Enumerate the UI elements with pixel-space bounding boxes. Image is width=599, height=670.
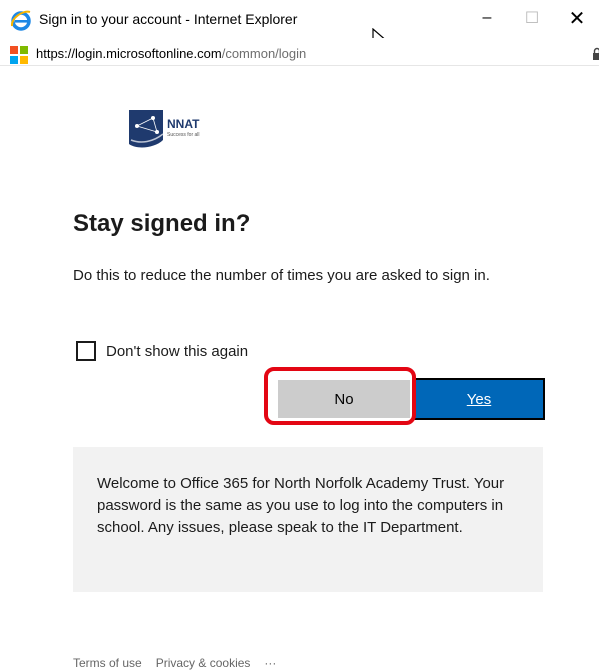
page-title: Stay signed in? (73, 210, 251, 237)
close-button[interactable]: ✕ (555, 0, 599, 36)
maximize-button[interactable]: ☐ (510, 0, 554, 36)
lock-icon[interactable] (592, 47, 599, 61)
no-button[interactable]: No (278, 380, 410, 418)
microsoft-logo-icon (10, 46, 28, 64)
yes-button[interactable]: Yes (413, 378, 545, 420)
footer: Terms of use Privacy & cookies ··· (73, 656, 276, 670)
more-options-button[interactable]: ··· (264, 656, 276, 670)
description-text: Do this to reduce the number of times yo… (73, 267, 490, 284)
info-banner: Welcome to Office 365 for North Norfolk … (73, 447, 543, 592)
nnat-logo-icon: NNAT Success for all (129, 110, 200, 148)
logo-org-name: NNAT (167, 117, 200, 131)
internet-explorer-icon (10, 10, 31, 31)
title-bar: Sign in to your account - Internet Explo… (0, 0, 599, 38)
minimize-button[interactable]: – (465, 0, 509, 36)
window-title: Sign in to your account - Internet Explo… (39, 11, 298, 27)
dont-show-again-checkbox[interactable] (76, 341, 96, 361)
url-host: login.microsoftonline.com (75, 46, 222, 61)
privacy-cookies-link[interactable]: Privacy & cookies (156, 656, 251, 670)
organization-logo: NNAT Success for all (129, 110, 229, 150)
terms-of-use-link[interactable]: Terms of use (73, 656, 142, 670)
url-path: /common/login (221, 46, 307, 61)
banner-text: Welcome to Office 365 for North Norfolk … (97, 475, 505, 536)
checkbox-label: Don't show this again (106, 342, 249, 360)
url-text[interactable]: https://login.microsoftonline.com/common… (36, 46, 306, 61)
dont-show-again-checkbox-row[interactable]: Don't show this again (76, 340, 248, 362)
url-scheme: https:// (36, 46, 76, 61)
logo-tagline: Success for all (167, 132, 200, 138)
